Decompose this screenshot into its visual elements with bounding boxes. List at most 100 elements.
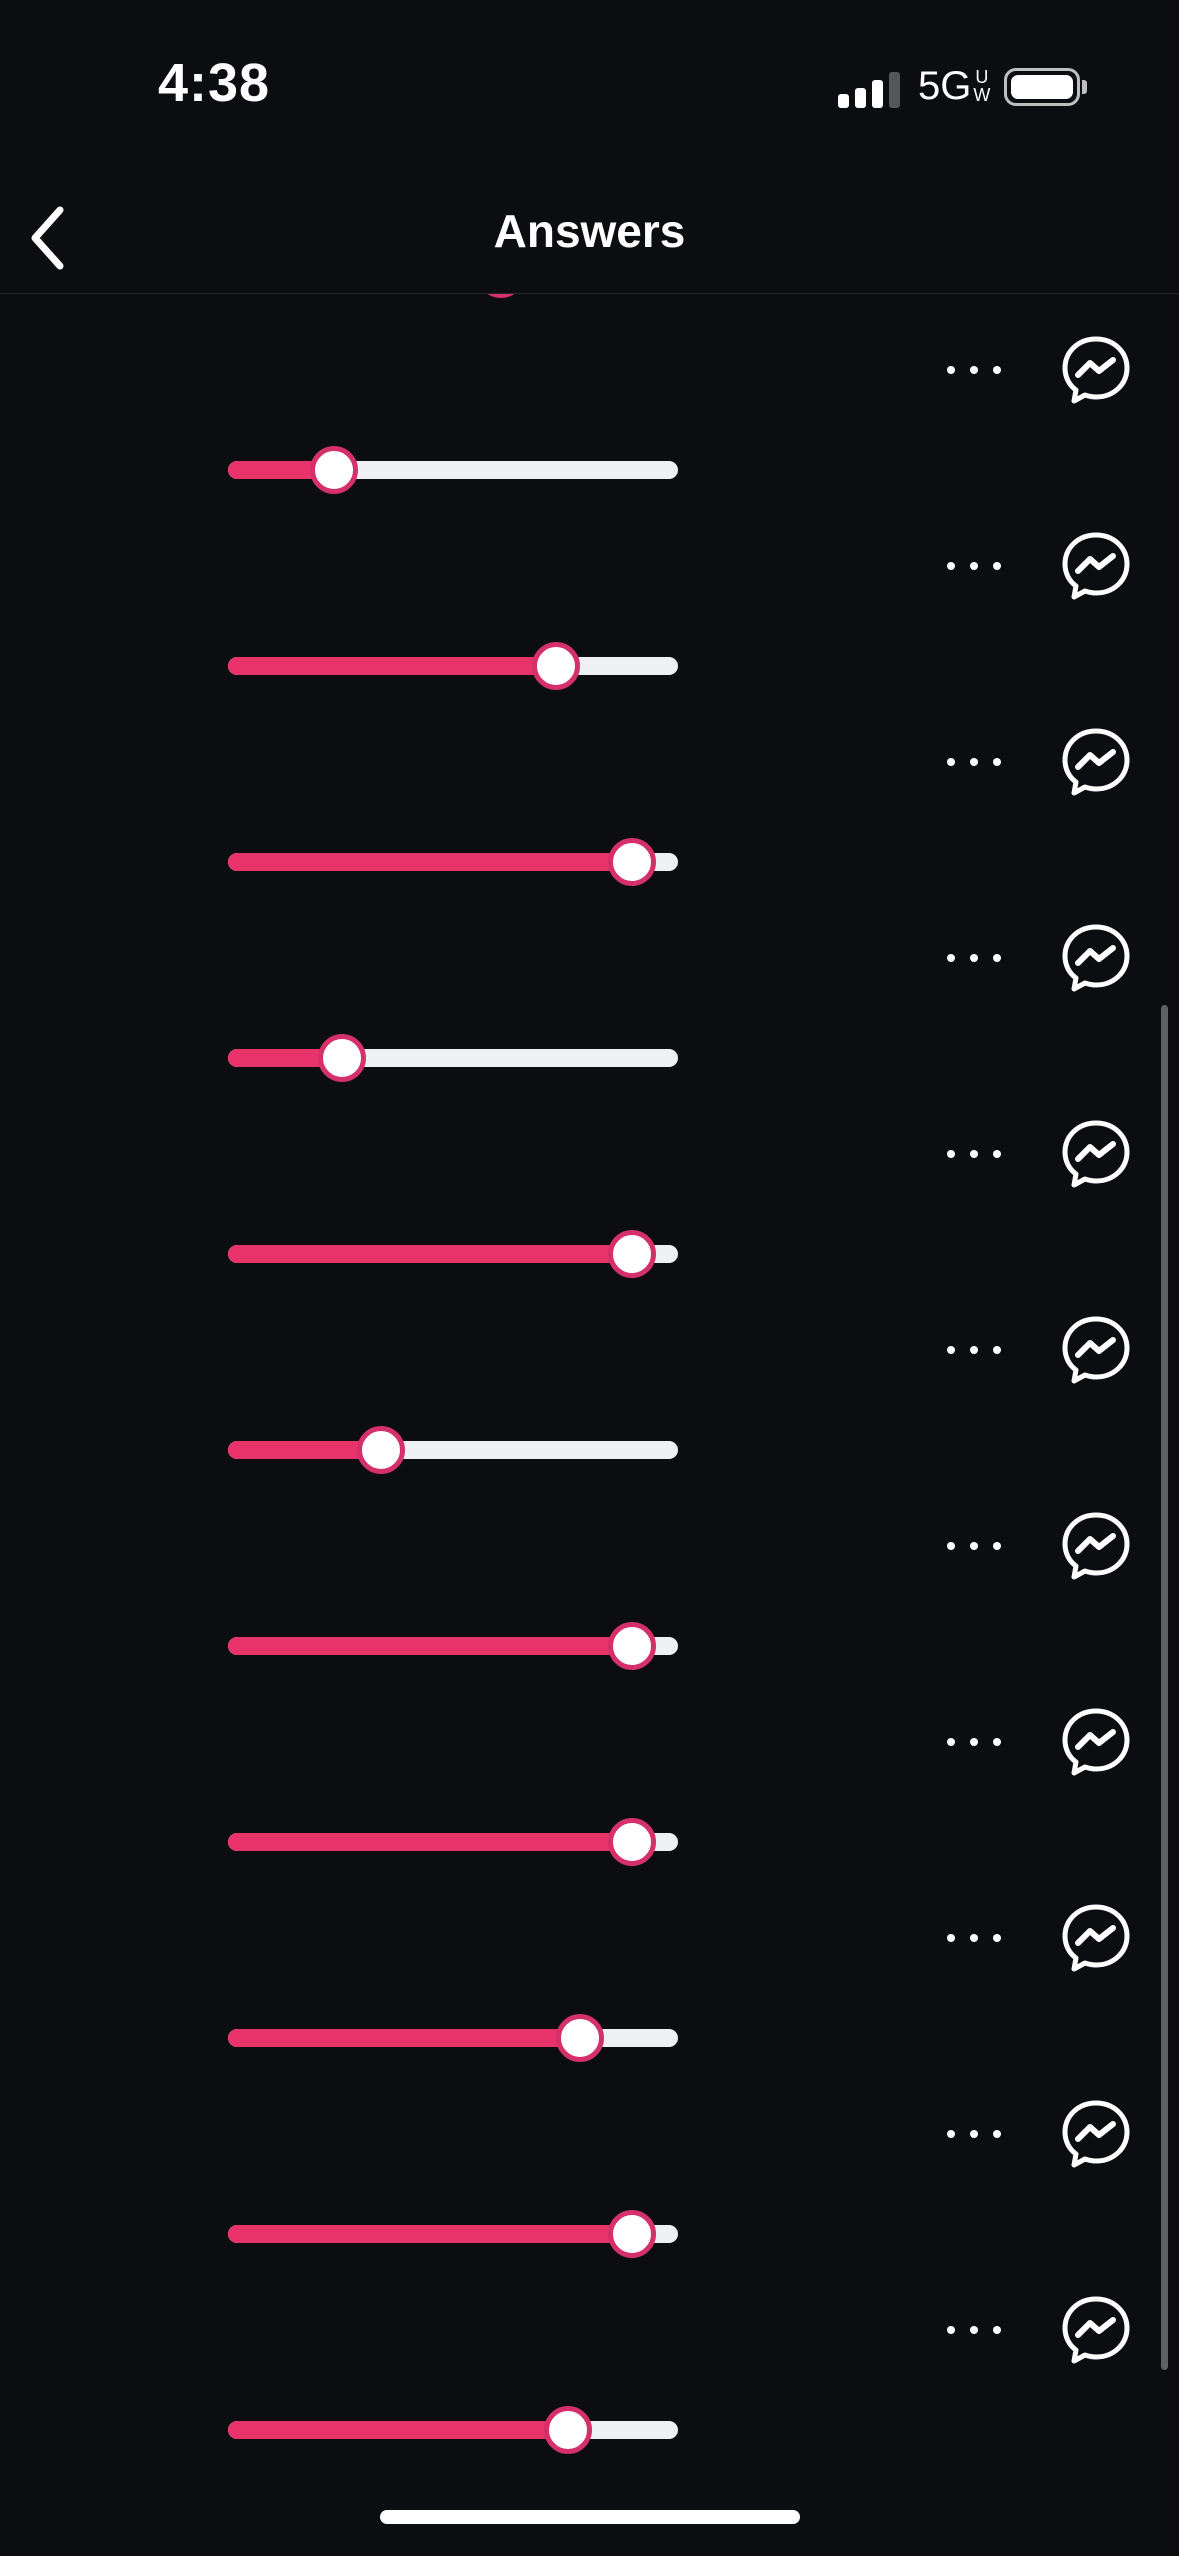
more-options-button[interactable] (943, 1918, 1005, 1958)
more-options-button[interactable] (943, 546, 1005, 586)
slider-thumb[interactable] (608, 1230, 657, 1278)
more-horizontal-icon (947, 1346, 955, 1354)
messenger-icon (1062, 532, 1130, 600)
share-messenger-button[interactable] (1060, 1118, 1132, 1190)
slider-thumb[interactable] (317, 1034, 366, 1082)
more-options-button[interactable] (943, 2310, 1005, 2350)
more-horizontal-icon (970, 954, 978, 962)
page-title: Answers (493, 205, 686, 257)
more-options-button[interactable] (943, 350, 1005, 390)
answer-slider[interactable] (228, 1812, 678, 1872)
answer-slider[interactable] (228, 2400, 678, 2460)
slider-thumb[interactable] (608, 1622, 657, 1670)
battery-icon (1004, 68, 1080, 106)
more-horizontal-icon (993, 2130, 1001, 2138)
messenger-icon (1062, 1904, 1130, 1972)
share-messenger-button[interactable] (1060, 334, 1132, 406)
answer-slider[interactable] (228, 1224, 678, 1284)
slider-thumb[interactable] (309, 446, 358, 494)
network-indicator: 5G U W (918, 64, 990, 109)
messenger-icon (1062, 1120, 1130, 1188)
share-messenger-button[interactable] (1060, 1706, 1132, 1778)
more-horizontal-icon (970, 1934, 978, 1942)
slider-fill (228, 2029, 581, 2047)
more-horizontal-icon (970, 1738, 978, 1746)
slider-fill (228, 853, 633, 871)
answer-slider[interactable] (228, 2008, 678, 2068)
more-horizontal-icon (970, 2130, 978, 2138)
network-badge-bottom: W (973, 85, 991, 105)
answer-slider[interactable] (228, 1420, 678, 1480)
answer-slider[interactable] (228, 1616, 678, 1676)
answer-slider[interactable] (228, 636, 678, 696)
more-options-button[interactable] (943, 2114, 1005, 2154)
messenger-icon (1062, 2296, 1130, 2364)
slider-thumb[interactable] (476, 294, 525, 298)
more-horizontal-icon (970, 1346, 978, 1354)
more-horizontal-icon (970, 758, 978, 766)
slider-thumb[interactable] (608, 1818, 657, 1866)
cellular-signal-icon (838, 70, 900, 108)
slider-thumb[interactable] (544, 2406, 593, 2454)
slider-fill (228, 1833, 633, 1851)
slider-fill (228, 657, 557, 675)
answer-row (0, 1316, 1179, 1548)
messenger-icon (1062, 924, 1130, 992)
slider-thumb[interactable] (357, 1426, 406, 1474)
more-horizontal-icon (993, 1934, 1001, 1942)
more-horizontal-icon (993, 562, 1001, 570)
more-options-button[interactable] (943, 742, 1005, 782)
share-messenger-button[interactable] (1060, 530, 1132, 602)
more-horizontal-icon (947, 1542, 955, 1550)
share-messenger-button[interactable] (1060, 1902, 1132, 1974)
answer-slider[interactable] (228, 1028, 678, 1088)
more-horizontal-icon (970, 1542, 978, 1550)
slider-thumb[interactable] (556, 2014, 605, 2062)
network-type: 5G (918, 64, 972, 108)
more-horizontal-icon (970, 366, 978, 374)
more-horizontal-icon (993, 366, 1001, 374)
scrollbar[interactable] (1161, 1005, 1168, 2370)
answer-row (0, 1120, 1179, 1352)
more-horizontal-icon (993, 954, 1001, 962)
more-horizontal-icon (947, 954, 955, 962)
share-messenger-button[interactable] (1060, 2294, 1132, 2366)
more-horizontal-icon (993, 2326, 1001, 2334)
messenger-icon (1062, 2100, 1130, 2168)
more-horizontal-icon (947, 1934, 955, 1942)
more-options-button[interactable] (943, 938, 1005, 978)
slider-thumb[interactable] (608, 838, 657, 886)
more-horizontal-icon (993, 758, 1001, 766)
answer-slider[interactable] (228, 832, 678, 892)
more-options-button[interactable] (943, 1722, 1005, 1762)
answer-row (0, 1904, 1179, 2136)
share-messenger-button[interactable] (1060, 726, 1132, 798)
share-messenger-button[interactable] (1060, 1510, 1132, 1582)
slider-fill (228, 1245, 633, 1263)
status-bar: 4:38 5G U W (0, 0, 1179, 180)
nav-bar: Answers (0, 180, 1179, 294)
home-indicator[interactable] (380, 2510, 800, 2524)
answers-list[interactable] (0, 294, 1179, 2556)
more-horizontal-icon (947, 1738, 955, 1746)
network-badge-top: U (975, 67, 989, 87)
more-options-button[interactable] (943, 1134, 1005, 1174)
answer-row (0, 1708, 1179, 1940)
messenger-icon (1062, 336, 1130, 404)
more-horizontal-icon (993, 1542, 1001, 1550)
answer-slider[interactable] (228, 440, 678, 500)
slider-thumb[interactable] (532, 642, 581, 690)
share-messenger-button[interactable] (1060, 1314, 1132, 1386)
answer-slider[interactable] (228, 294, 678, 304)
messenger-icon (1062, 1316, 1130, 1384)
slider-fill (228, 2225, 633, 2243)
more-options-button[interactable] (943, 1330, 1005, 1370)
share-messenger-button[interactable] (1060, 922, 1132, 994)
share-messenger-button[interactable] (1060, 2098, 1132, 2170)
more-options-button[interactable] (943, 1526, 1005, 1566)
answer-slider[interactable] (228, 2204, 678, 2264)
slider-thumb[interactable] (608, 2210, 657, 2258)
messenger-icon (1062, 1512, 1130, 1580)
more-horizontal-icon (970, 562, 978, 570)
more-horizontal-icon (970, 1150, 978, 1158)
